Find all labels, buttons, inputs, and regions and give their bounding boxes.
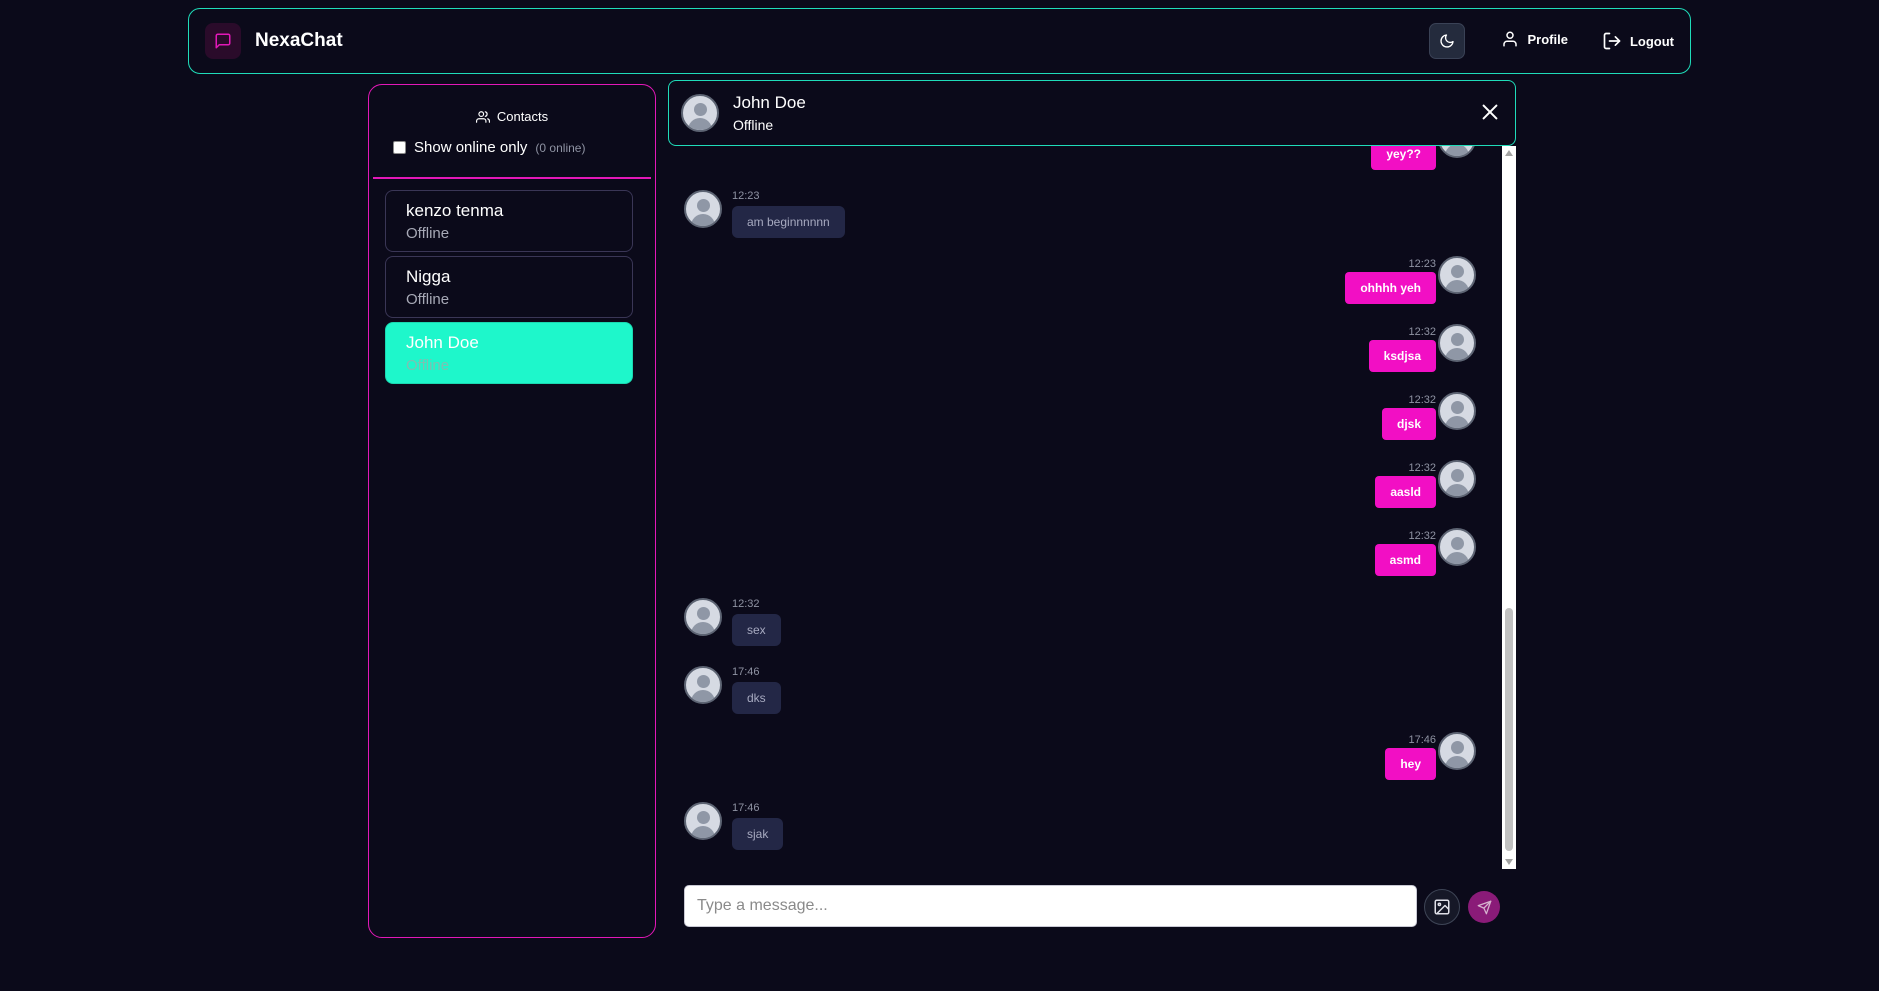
- contact-name: Nigga: [406, 267, 451, 286]
- contacts-title: Contacts: [496, 109, 549, 124]
- image-icon: [1434, 899, 1450, 915]
- user-icon: [1503, 31, 1518, 47]
- contact-item-john-doe[interactable]: John Doe Offline: [385, 322, 633, 384]
- moon-icon: [1440, 34, 1455, 48]
- message-incoming: 12:32 sex: [684, 598, 781, 646]
- contact-status: Offline: [406, 357, 450, 374]
- message-time: 17:46: [732, 802, 760, 814]
- nav-actions: Profile Logout: [1429, 23, 1674, 59]
- contact-name: John Doe: [406, 333, 479, 352]
- contact-item-kenzo-tenma[interactable]: kenzo tenma Offline: [385, 190, 633, 252]
- message-bubble: am beginnnnnn: [732, 206, 845, 238]
- profile-link[interactable]: Profile: [1501, 30, 1568, 48]
- message-outgoing: 12:32 djsk: [1381, 392, 1476, 440]
- logout-label: Logout: [1629, 33, 1674, 49]
- avatar: [684, 666, 722, 704]
- scroll-down-arrow-icon[interactable]: [1505, 859, 1513, 865]
- message-time: 12:32: [1408, 462, 1436, 474]
- message-incoming: 17:46 sjak: [684, 802, 784, 850]
- online-filter: Show online only (0 online): [393, 139, 585, 156]
- message-bubble: dks: [732, 682, 781, 714]
- profile-label: Profile: [1527, 31, 1568, 47]
- users-icon: [475, 110, 490, 123]
- message-bubble: aasld: [1375, 476, 1436, 508]
- message-outgoing: 12:32 aasld: [1375, 460, 1476, 508]
- avatar: [1438, 460, 1476, 498]
- chat-contact-name: John Doe: [733, 93, 806, 112]
- scroll-thumb[interactable]: [1505, 608, 1513, 851]
- message-scrollbar[interactable]: [1502, 146, 1516, 869]
- message-time: 17:46: [732, 666, 760, 678]
- sidebar-divider: [373, 177, 651, 179]
- send-button[interactable]: [1468, 891, 1500, 923]
- avatar: [684, 190, 722, 228]
- attach-image-button[interactable]: [1424, 889, 1460, 925]
- message-list: yey?? 12:23 am beginnnnnn 12:23 ohhhh ye…: [668, 146, 1516, 869]
- close-icon[interactable]: [1479, 101, 1501, 123]
- logout-link[interactable]: Logout: [1602, 31, 1674, 51]
- avatar: [1438, 146, 1476, 158]
- app-title: NexaChat: [255, 30, 343, 51]
- message-bubble: sjak: [732, 818, 784, 850]
- chat-contact-status: Offline: [733, 117, 774, 133]
- logo-badge: [205, 23, 241, 59]
- message-outgoing: 17:46 hey: [1385, 732, 1476, 780]
- avatar: [684, 802, 722, 840]
- message-time: 12:32: [1408, 530, 1436, 542]
- avatar: [1438, 392, 1476, 430]
- avatar: [1438, 732, 1476, 770]
- message-outgoing: yey??: [1371, 146, 1476, 170]
- contact-name: kenzo tenma: [406, 201, 504, 220]
- message-bubble: djsk: [1381, 408, 1436, 440]
- theme-toggle-button[interactable]: [1429, 23, 1466, 59]
- message-incoming: 12:23 am beginnnnnn: [684, 190, 845, 238]
- message-time: 12:32: [1408, 326, 1436, 338]
- message-outgoing: 12:23 ohhhh yeh: [1345, 256, 1476, 304]
- message-input[interactable]: [684, 885, 1417, 927]
- avatar: [1438, 256, 1476, 294]
- logout-icon: [1603, 32, 1621, 50]
- avatar: [1438, 324, 1476, 362]
- contact-item-nigga[interactable]: Nigga Offline: [385, 256, 633, 318]
- message-outgoing: 12:32 asmd: [1374, 528, 1476, 576]
- show-online-checkbox[interactable]: [393, 141, 406, 154]
- contacts-sidebar: Contacts Show online only (0 online) ken…: [368, 84, 656, 938]
- avatar: [681, 94, 719, 132]
- scroll-up-arrow-icon[interactable]: [1505, 150, 1513, 156]
- message-incoming: 17:46 dks: [684, 666, 781, 714]
- contact-status: Offline: [406, 291, 450, 308]
- send-icon: [1477, 900, 1491, 914]
- message-outgoing: 12:32 ksdjsa: [1368, 324, 1476, 372]
- online-count: (0 online): [535, 140, 586, 155]
- message-bubble: hey: [1385, 748, 1436, 780]
- message-bubble: sex: [732, 614, 781, 646]
- chat-bubble-icon: [215, 33, 231, 49]
- message-bubble: asmd: [1374, 544, 1436, 576]
- contact-status: Offline: [406, 225, 450, 242]
- avatar: [1438, 528, 1476, 566]
- top-navbar: NexaChat Profile Logout: [188, 8, 1691, 74]
- message-bubble: ksdjsa: [1368, 340, 1436, 372]
- contacts-header: Contacts: [369, 109, 655, 124]
- show-online-label[interactable]: Show online only: [414, 139, 527, 156]
- message-time: 12:32: [1408, 394, 1436, 406]
- chat-header: John Doe Offline: [668, 80, 1516, 146]
- message-time: 12:32: [732, 598, 760, 610]
- message-bubble: yey??: [1371, 146, 1436, 170]
- message-time: 17:46: [1408, 734, 1436, 746]
- message-bubble: ohhhh yeh: [1345, 272, 1436, 304]
- message-time: 12:23: [1408, 258, 1436, 270]
- avatar: [684, 598, 722, 636]
- message-time: 12:23: [732, 190, 760, 202]
